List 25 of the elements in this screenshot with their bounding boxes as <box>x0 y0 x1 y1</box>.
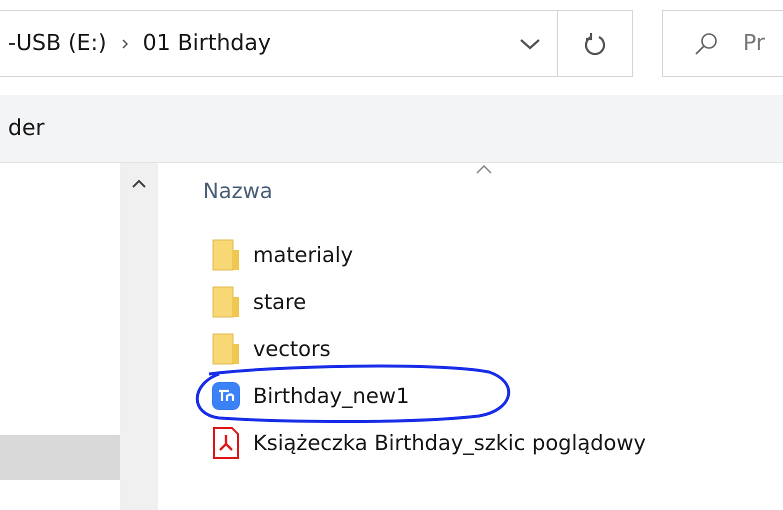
refresh-icon <box>583 30 607 56</box>
folder-icon <box>211 284 241 318</box>
chevron-icon <box>120 38 129 50</box>
pdf-icon <box>211 426 241 460</box>
file-name[interactable]: Książeczka Birthday_szkic poglądowy <box>253 430 646 454</box>
search-field[interactable]: Pr <box>662 10 783 77</box>
file-name[interactable]: vectors <box>253 336 331 360</box>
app-icon <box>211 380 241 410</box>
ribbon-label[interactable]: der <box>8 116 45 141</box>
dropdown-icon[interactable] <box>519 36 541 50</box>
search-placeholder: Pr <box>743 31 765 56</box>
sort-caret-icon[interactable] <box>476 165 492 174</box>
breadcrumb-segment[interactable]: -USB (E:) <box>8 31 107 56</box>
search-icon <box>693 30 719 56</box>
scrollbar[interactable] <box>120 163 158 510</box>
file-name[interactable]: stare <box>253 290 306 314</box>
refresh-button[interactable] <box>558 10 633 77</box>
column-header[interactable]: Nazwa <box>203 179 783 203</box>
file-name[interactable]: materialy <box>253 242 354 266</box>
breadcrumb-segment[interactable]: 01 Birthday <box>142 31 271 56</box>
folder-icon <box>211 332 241 366</box>
file-name[interactable]: Birthday_new1 <box>253 384 410 408</box>
folder-icon <box>211 238 241 272</box>
address-bar[interactable]: -USB (E:) 01 Birthday <box>0 10 558 77</box>
scroll-up-icon[interactable] <box>132 179 146 188</box>
